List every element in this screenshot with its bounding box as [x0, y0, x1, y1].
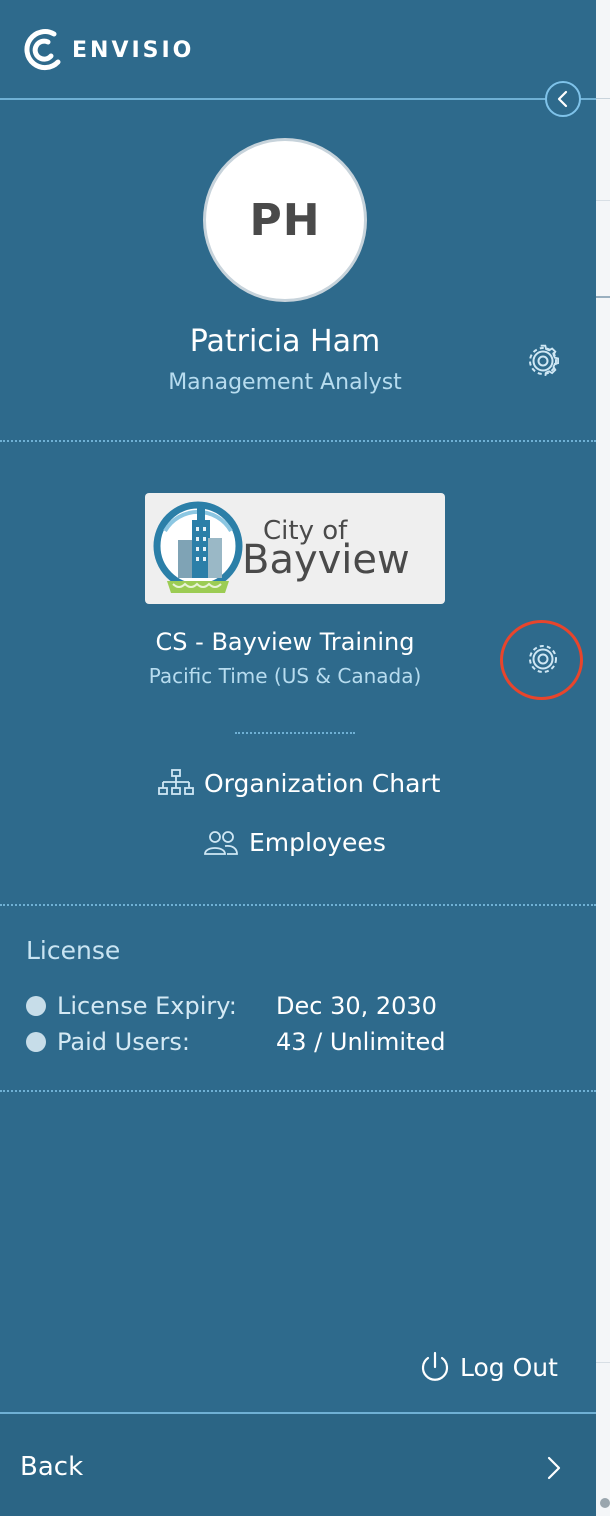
- logout-label: Log Out: [460, 1352, 558, 1382]
- paid-users-value: 43 / Unlimited: [276, 1028, 446, 1056]
- organization-timezone: Pacific Time (US & Canada): [148, 664, 422, 688]
- users-icon: [204, 830, 238, 855]
- logout-button[interactable]: Log Out: [418, 1350, 558, 1384]
- organization-logo: City of Bayview: [145, 493, 445, 604]
- section-divider: [0, 1090, 596, 1092]
- back-button[interactable]: Back: [0, 1414, 596, 1516]
- side-panel: ENVISIO PH Patricia Ham Management Analy…: [0, 0, 596, 1516]
- page-edge-line: [596, 98, 610, 99]
- license-section-title: License: [26, 936, 121, 965]
- short-divider: [235, 732, 355, 734]
- paid-users-label: Paid Users:: [57, 1028, 190, 1056]
- bullet-dot: [26, 996, 46, 1016]
- section-divider: [0, 904, 596, 906]
- license-expiry-value: Dec 30, 2030: [276, 992, 437, 1020]
- chevron-left-icon: [557, 90, 568, 108]
- organization-name: CS - Bayview Training: [155, 628, 415, 656]
- user-name: Patricia Ham: [189, 324, 381, 359]
- org-chart-icon: [158, 769, 194, 795]
- collapse-panel-button[interactable]: [545, 81, 581, 117]
- license-expiry-row: License Expiry: Dec 30, 2030: [26, 992, 437, 1020]
- organization-settings-gear-icon[interactable]: [525, 641, 561, 677]
- license-expiry-label: License Expiry:: [57, 992, 237, 1020]
- page-edge-line: [596, 296, 610, 298]
- page-edge-line: [596, 1362, 610, 1363]
- page-edge-line: [596, 200, 610, 201]
- brand-name: ENVISIO: [72, 37, 195, 63]
- envisio-logo[interactable]: ENVISIO: [24, 28, 194, 72]
- background-page-edge: [596, 0, 610, 1516]
- user-avatar: PH: [203, 138, 367, 302]
- user-settings-gear-icon[interactable]: [525, 343, 561, 379]
- logo-text-bayview: Bayview: [242, 537, 410, 583]
- back-label: Back: [20, 1452, 84, 1482]
- organization-chart-link[interactable]: Organization Chart: [158, 768, 440, 798]
- chevron-right-icon: [547, 1456, 561, 1480]
- envisio-logo-mark-icon: [24, 29, 61, 71]
- user-role: Management Analyst: [168, 370, 402, 395]
- bullet-dot: [26, 1032, 46, 1052]
- header-divider: [0, 98, 596, 100]
- employees-link[interactable]: Employees: [203, 828, 386, 857]
- paid-users-row: Paid Users: 43 / Unlimited: [26, 1028, 445, 1056]
- section-divider: [0, 440, 596, 442]
- employees-label: Employees: [249, 828, 386, 857]
- user-initials: PH: [249, 194, 321, 246]
- power-icon: [421, 1351, 449, 1381]
- city-of-bayview-logo: City of Bayview: [153, 501, 410, 593]
- organization-chart-label: Organization Chart: [204, 768, 441, 798]
- scroll-indicator: [600, 1498, 610, 1508]
